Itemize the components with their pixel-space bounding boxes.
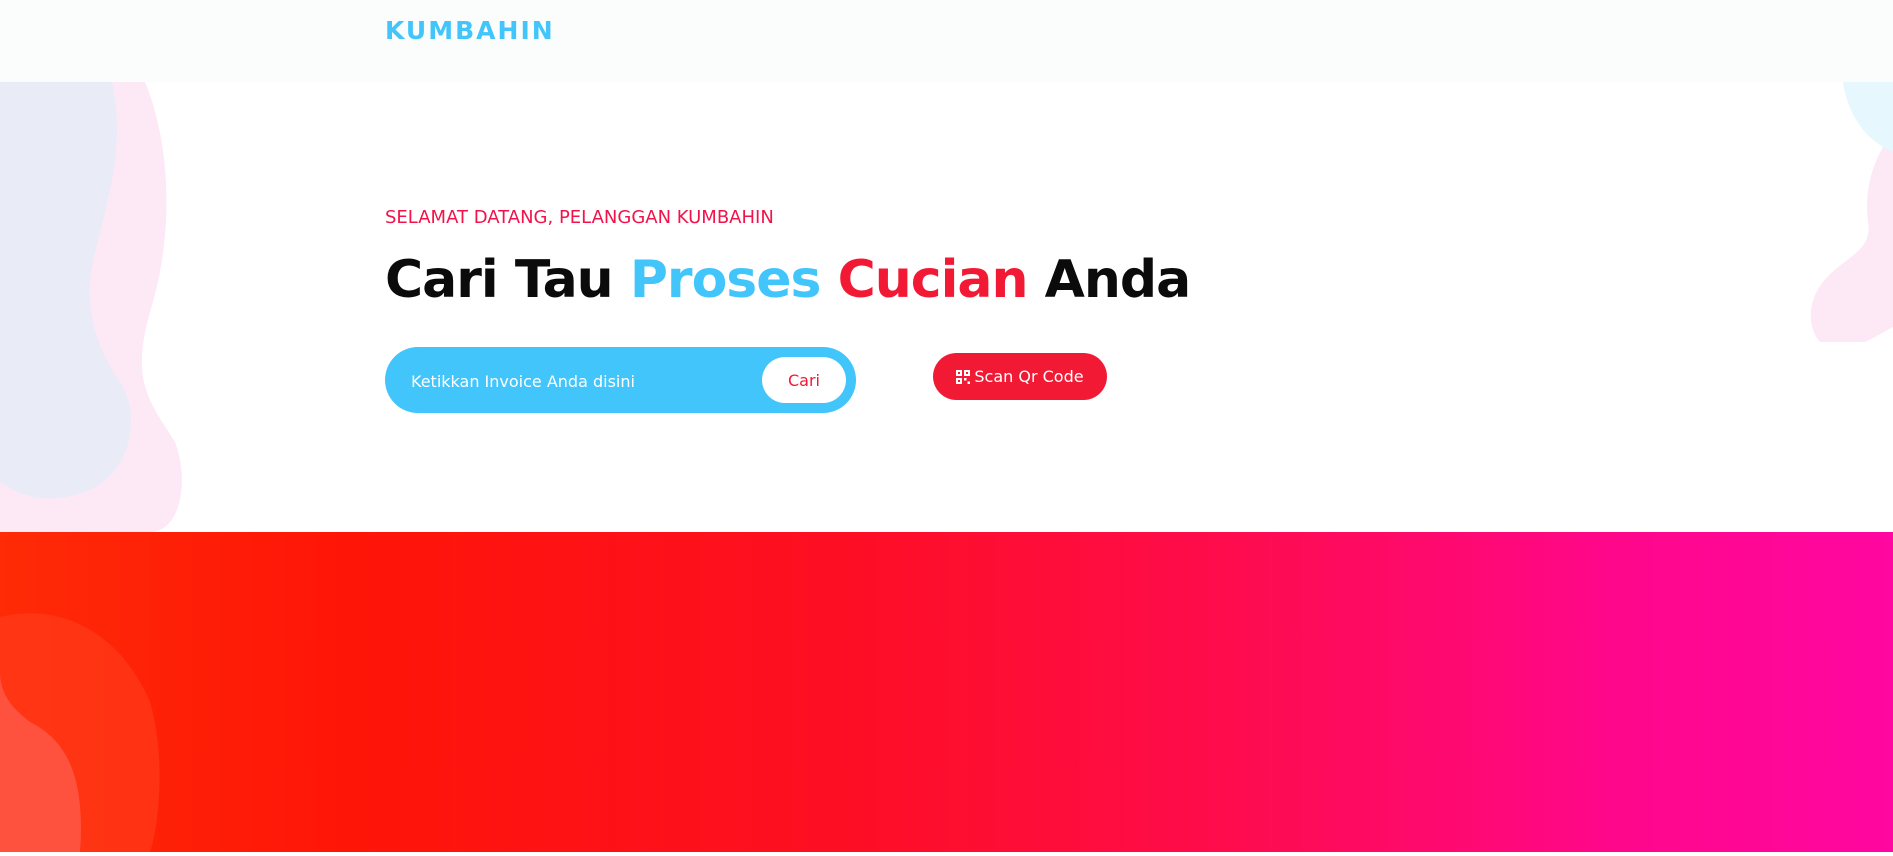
footer-strip — [0, 852, 1893, 856]
search-button[interactable]: Cari — [762, 357, 846, 403]
headline-part-2: Proses — [629, 250, 822, 310]
headline-part-1: Cari Tau — [385, 250, 614, 310]
brand-logo[interactable]: KUMBAHIN — [385, 16, 555, 45]
welcome-subtitle: SELAMAT DATANG, PELANGGAN KUMBAHIN — [385, 207, 774, 228]
headline-part-3: Cucian — [837, 250, 1029, 310]
headline-part-4: Anda — [1044, 250, 1192, 310]
invoice-search-input[interactable] — [409, 360, 753, 402]
gradient-banner — [0, 532, 1893, 852]
banner-decor-blob — [0, 613, 160, 852]
scan-qr-label: Scan Qr Code — [974, 367, 1084, 386]
qr-code-icon — [956, 369, 971, 384]
page-headline: Cari Tau Proses Cucian Anda — [385, 250, 1192, 310]
right-decor-blob — [1810, 82, 1893, 342]
scan-qr-button[interactable]: Scan Qr Code — [933, 353, 1107, 400]
navbar: KUMBAHIN — [0, 0, 1893, 82]
left-decor-blob — [0, 82, 182, 532]
invoice-search-form: Cari — [385, 347, 856, 413]
